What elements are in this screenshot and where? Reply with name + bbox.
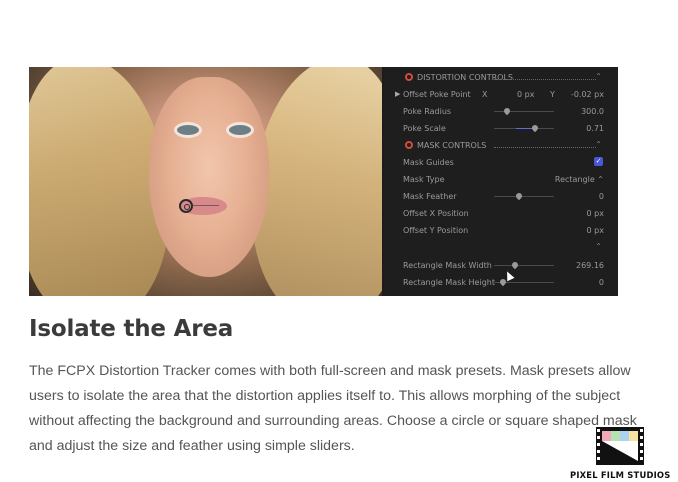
rectangle-mask-height-row: Rectangle Mask Height 0: [403, 277, 604, 287]
mask-type-row: Mask Type Rectangle ⌃: [403, 175, 604, 184]
disclosure-triangle-icon[interactable]: ▶: [395, 90, 400, 98]
logo-text: PIXEL FILM STUDIOS: [570, 470, 671, 480]
rectangle-mask-width-value[interactable]: 269.16: [576, 261, 604, 270]
poke-scale-slider[interactable]: [494, 123, 554, 133]
offset-x-position-value[interactable]: 0 px: [587, 209, 604, 218]
rectangle-mask-width-row: Rectangle Mask Width 269.16: [403, 260, 604, 270]
circle-icon: [405, 141, 413, 149]
offset-poke-point-row: ▶ Offset Poke Point X 0 px Y -0.02 px: [395, 90, 604, 99]
poke-scale-row: Poke Scale 0.71: [403, 123, 604, 133]
inspector-panel: DISTORTION CONTROLS ⌃ ▶ Offset Poke Poin…: [384, 67, 618, 296]
offset-x-position-row: Offset X Position 0 px: [403, 209, 604, 218]
eye-left: [177, 125, 199, 135]
section-heading: Isolate the Area: [29, 316, 234, 342]
poke-radius-slider[interactable]: [494, 106, 554, 116]
mask-feather-slider[interactable]: [494, 191, 554, 201]
chevron-updown-icon[interactable]: ⌃: [595, 242, 602, 251]
poke-scale-value[interactable]: 0.71: [586, 124, 604, 133]
offset-y-position-value[interactable]: 0 px: [587, 226, 604, 235]
section-paragraph: The FCPX Distortion Tracker comes with b…: [29, 363, 637, 454]
poke-radius-row: Poke Radius 300.0: [403, 106, 604, 116]
eye-right: [229, 125, 251, 135]
circle-icon: [405, 73, 413, 81]
rectangle-mask-height-value[interactable]: 0: [599, 278, 604, 287]
viewer-photo: [29, 67, 382, 296]
offset-x-value[interactable]: 0 px: [517, 90, 534, 99]
hair-left: [29, 67, 169, 296]
rectangle-mask-width-slider[interactable]: [494, 260, 554, 270]
product-screenshot: DISTORTION CONTROLS ⌃ ▶ Offset Poke Poin…: [29, 67, 618, 296]
spacer-row: ⌃: [384, 239, 618, 256]
rectangle-mask-height-slider[interactable]: [494, 277, 554, 287]
pixel-film-studios-logo[interactable]: PIXEL FILM STUDIOS: [570, 427, 678, 482]
mask-controls-header[interactable]: MASK CONTROLS ⌃: [384, 137, 618, 154]
offset-y-value[interactable]: -0.02 px: [571, 90, 604, 99]
offset-y-position-row: Offset Y Position 0 px: [403, 226, 604, 235]
poke-point-target-icon[interactable]: [179, 199, 193, 213]
mask-type-select[interactable]: Rectangle ⌃: [555, 175, 604, 184]
mask-guides-row: Mask Guides ✓: [403, 157, 603, 167]
mask-guide-line: [193, 205, 219, 206]
distortion-controls-header[interactable]: DISTORTION CONTROLS ⌃: [384, 69, 618, 86]
mask-guides-checkbox[interactable]: ✓: [594, 157, 603, 166]
poke-radius-value[interactable]: 300.0: [581, 107, 604, 116]
mask-feather-value[interactable]: 0: [599, 192, 604, 201]
film-strip-icon: [596, 427, 644, 465]
face: [149, 77, 269, 277]
hair-right: [252, 67, 382, 296]
chevron-updown-icon[interactable]: ⌃: [595, 72, 602, 81]
chevron-updown-icon[interactable]: ⌃: [595, 140, 602, 149]
mask-feather-row: Mask Feather 0: [403, 191, 604, 201]
